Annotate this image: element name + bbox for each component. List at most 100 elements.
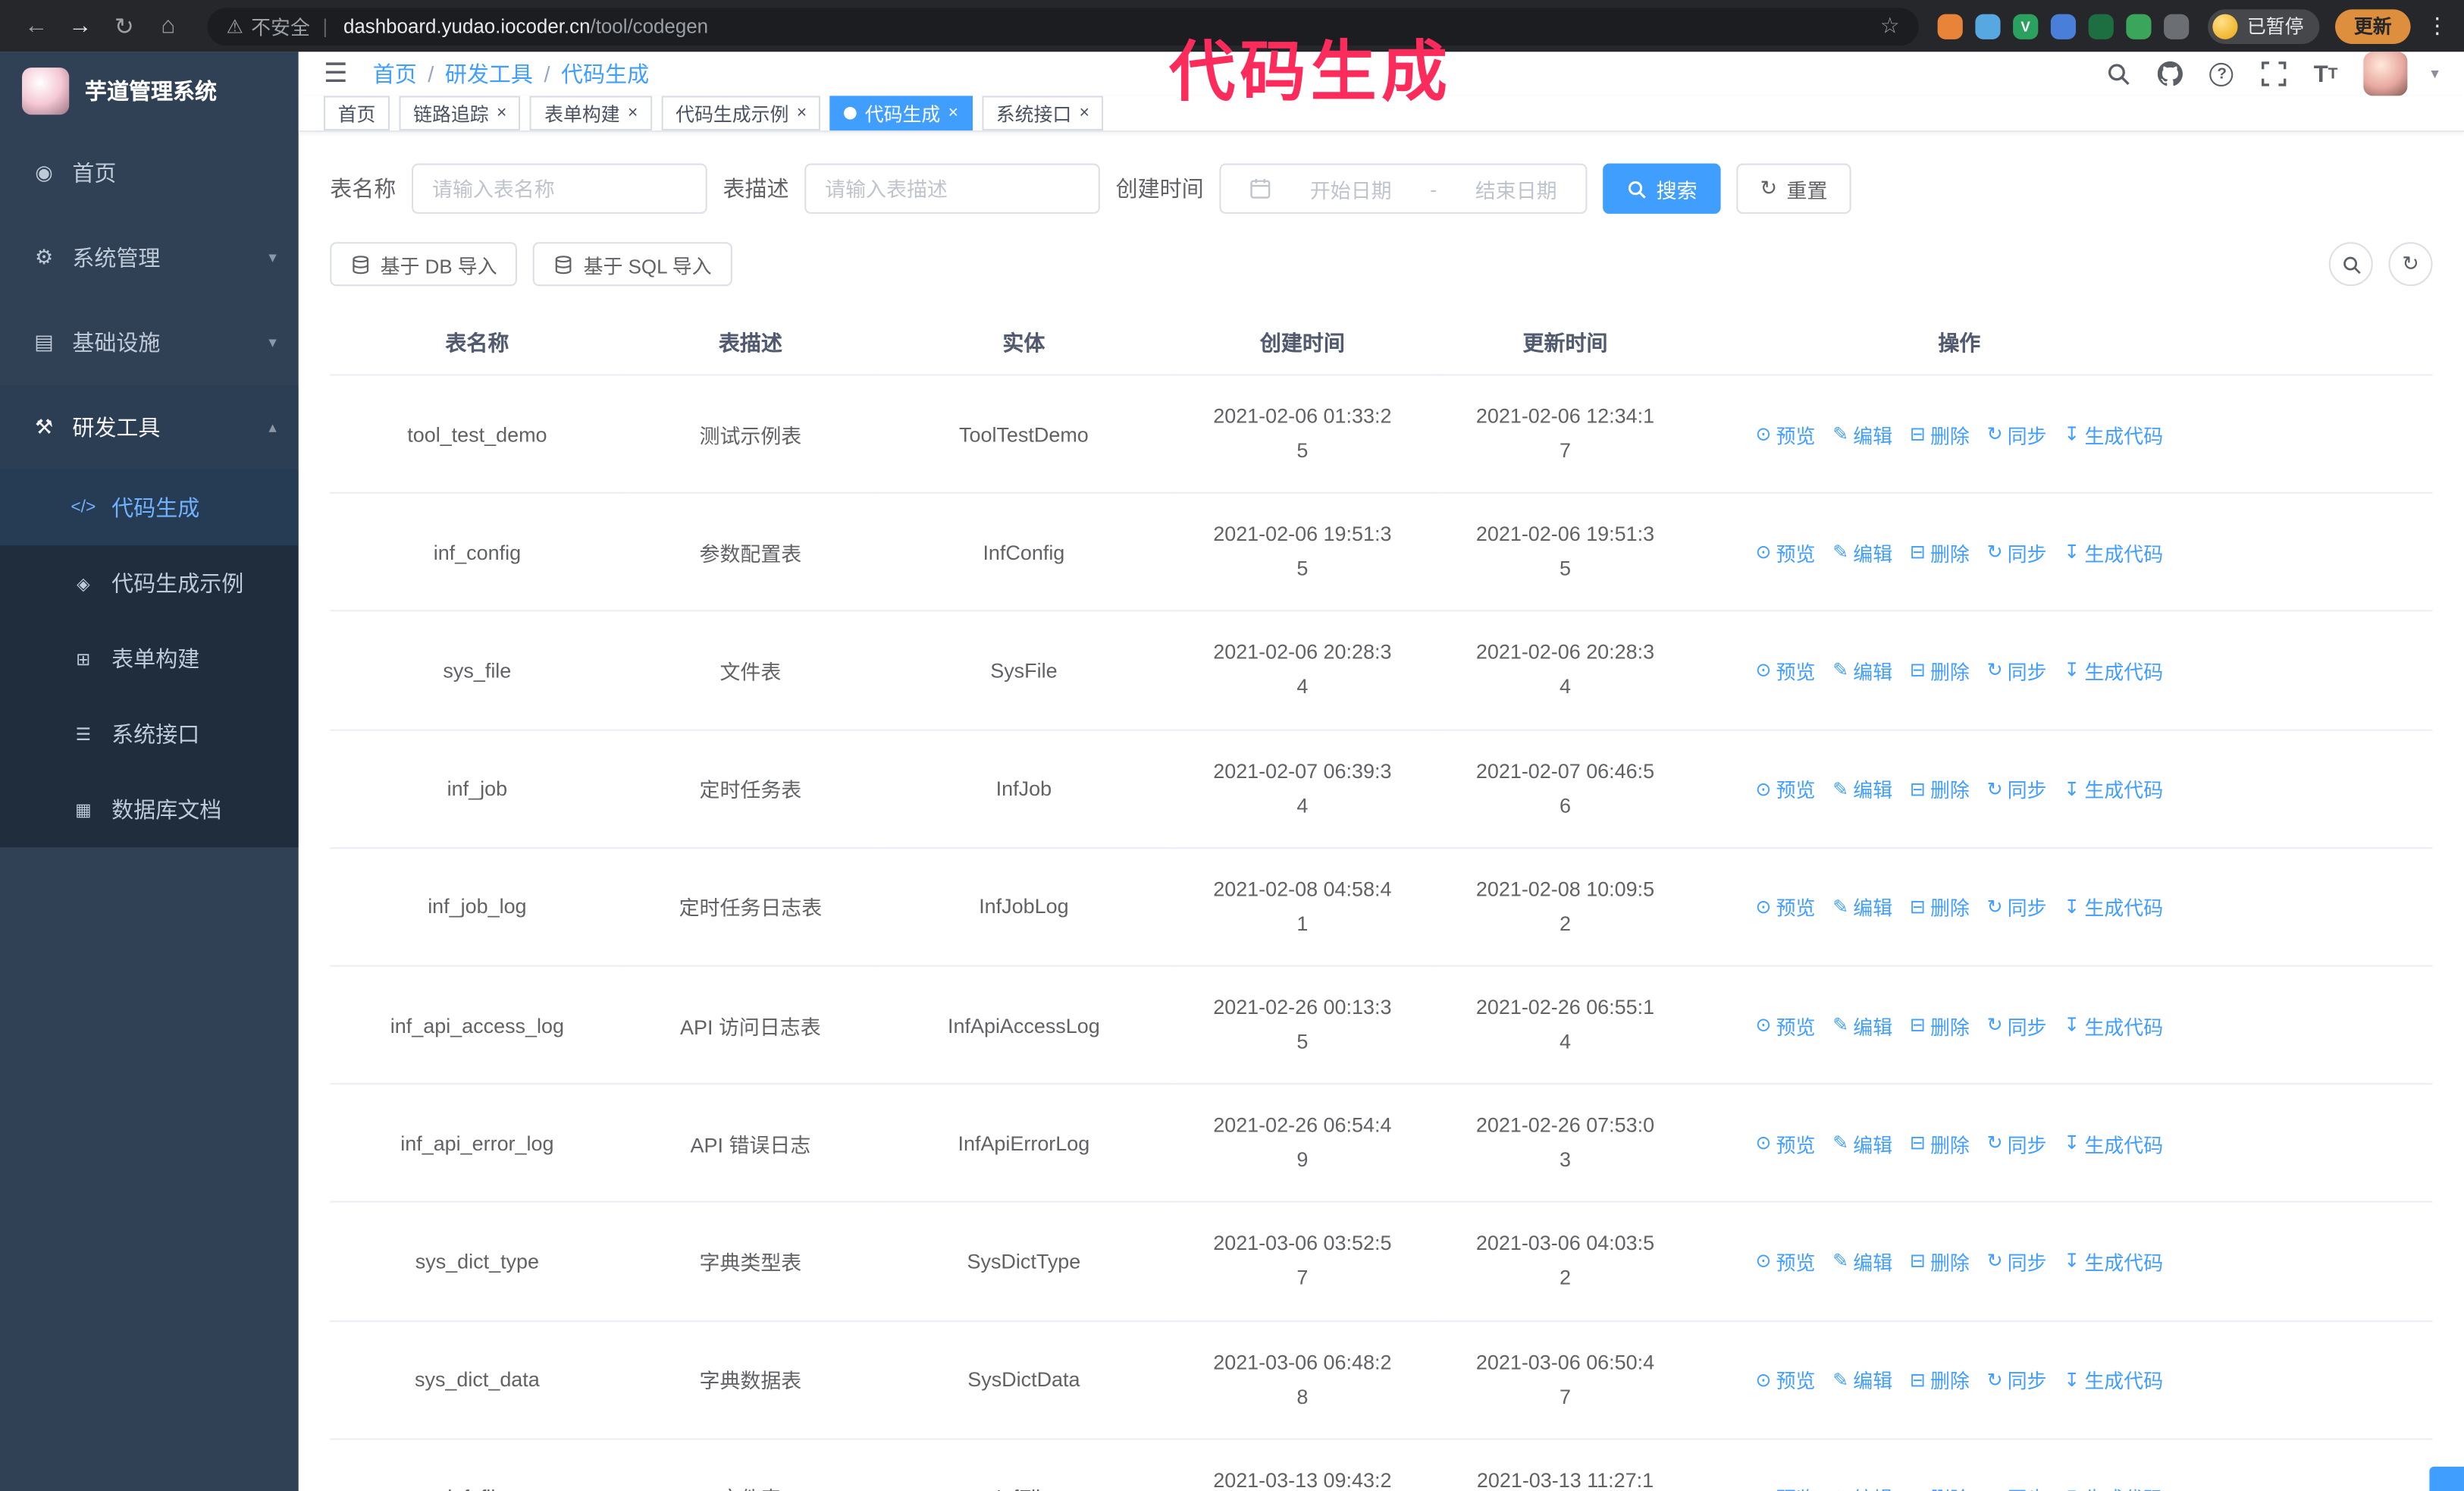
row-action-delete[interactable]: ⊟删除 [1910, 1483, 1970, 1491]
sidebar-subitem-system-api[interactable]: ☰ 系统接口 [0, 696, 299, 771]
row-action-preview[interactable]: ⊙预览 [1755, 1010, 1815, 1040]
row-action-delete[interactable]: ⊟删除 [1910, 655, 1970, 685]
browser-reload-icon[interactable]: ↻ [104, 12, 145, 40]
sidebar-subitem-codegen[interactable]: </> 代码生成 [0, 469, 299, 546]
row-action-preview[interactable]: ⊙预览 [1755, 1364, 1815, 1394]
import-sql-button[interactable]: 基于 SQL 导入 [533, 242, 732, 287]
refresh-table-button[interactable]: ↻ [2388, 242, 2433, 287]
row-action-preview[interactable]: ⊙预览 [1755, 1246, 1815, 1276]
row-action-preview[interactable]: ⊙预览 [1755, 537, 1815, 567]
extension-puzzle-icon[interactable] [2164, 13, 2190, 39]
user-avatar[interactable] [2363, 52, 2408, 96]
row-action-sync[interactable]: ↻同步 [1987, 655, 2047, 685]
font-size-icon[interactable]: TT [2312, 60, 2340, 88]
close-icon[interactable]: × [497, 104, 506, 122]
row-action-delete[interactable]: ⊟删除 [1910, 774, 1970, 803]
tab-form-builder[interactable]: 表单构建 × [530, 96, 653, 131]
sidebar-subitem-db-doc[interactable]: ▦ 数据库文档 [0, 772, 299, 847]
row-action-sync[interactable]: ↻同步 [1987, 774, 2047, 803]
extension-leaf-icon[interactable] [2126, 13, 2152, 39]
row-action-delete[interactable]: ⊟删除 [1910, 537, 1970, 567]
table-name-input[interactable] [412, 163, 707, 214]
row-action-delete[interactable]: ⊟删除 [1910, 419, 1970, 449]
close-icon[interactable]: × [628, 104, 638, 122]
row-action-edit[interactable]: ✎编辑 [1832, 1483, 1892, 1491]
extension-lightblue-icon[interactable] [1975, 13, 2001, 39]
row-action-sync[interactable]: ↻同步 [1987, 537, 2047, 567]
row-action-delete[interactable]: ⊟删除 [1910, 1246, 1970, 1276]
tab-system-api[interactable]: 系统接口 × [982, 96, 1104, 131]
extension-dark-green-icon[interactable] [2088, 13, 2114, 39]
sidebar-item-infra[interactable]: ▤ 基础设施 ▾ [0, 300, 299, 385]
close-icon[interactable]: × [1080, 104, 1089, 122]
bookmark-star-icon[interactable]: ☆ [1880, 13, 1900, 39]
tab-codegen[interactable]: 代码生成 × [830, 96, 973, 131]
row-action-sync[interactable]: ↻同步 [1987, 1364, 2047, 1394]
row-action-preview[interactable]: ⊙预览 [1755, 892, 1815, 921]
row-action-generate[interactable]: ↧生成代码 [2064, 1246, 2163, 1276]
row-action-generate[interactable]: ↧生成代码 [2064, 1483, 2163, 1491]
row-action-edit[interactable]: ✎编辑 [1832, 537, 1892, 567]
row-action-delete[interactable]: ⊟删除 [1910, 892, 1970, 921]
extension-blue-grid-icon[interactable] [2050, 13, 2076, 39]
browser-home-icon[interactable]: ⌂ [148, 13, 189, 39]
row-action-sync[interactable]: ↻同步 [1987, 1246, 2047, 1276]
row-action-preview[interactable]: ⊙预览 [1755, 1483, 1815, 1491]
reset-button[interactable]: ↻ 重置 [1736, 163, 1851, 214]
browser-menu-icon[interactable]: ⋮ [2426, 13, 2448, 39]
sidebar-item-devtools[interactable]: ⚒ 研发工具 ▴ [0, 385, 299, 470]
row-action-sync[interactable]: ↻同步 [1987, 892, 2047, 921]
profile-chip[interactable]: 已暂停 [2208, 8, 2320, 43]
hide-search-button[interactable] [2328, 242, 2373, 287]
row-action-generate[interactable]: ↧生成代码 [2064, 537, 2163, 567]
row-action-sync[interactable]: ↻同步 [1987, 1010, 2047, 1040]
search-icon[interactable] [2104, 60, 2132, 88]
table-desc-input[interactable] [804, 163, 1100, 214]
github-icon[interactable] [2156, 60, 2184, 88]
row-action-generate[interactable]: ↧生成代码 [2064, 774, 2163, 803]
row-action-edit[interactable]: ✎编辑 [1832, 655, 1892, 685]
sidebar-item-home[interactable]: ◉ 首页 [0, 130, 299, 215]
address-bar[interactable]: ⚠ 不安全 | dashboard.yudao.iocoder.cn /tool… [207, 7, 1919, 46]
sidebar-subitem-codegen-example[interactable]: ◈ 代码生成示例 [0, 545, 299, 620]
breadcrumb-home[interactable]: 首页 [373, 58, 417, 89]
row-action-generate[interactable]: ↧生成代码 [2064, 892, 2163, 921]
extension-orange-icon[interactable] [1937, 13, 1963, 39]
close-icon[interactable]: × [948, 104, 958, 122]
app-logo[interactable]: 芋道管理系统 [0, 52, 299, 130]
row-action-edit[interactable]: ✎编辑 [1832, 1364, 1892, 1394]
row-action-preview[interactable]: ⊙预览 [1755, 655, 1815, 685]
row-action-delete[interactable]: ⊟删除 [1910, 1128, 1970, 1158]
tab-home[interactable]: 首页 [323, 96, 390, 131]
row-action-generate[interactable]: ↧生成代码 [2064, 1128, 2163, 1158]
row-action-sync[interactable]: ↻同步 [1987, 1128, 2047, 1158]
search-button[interactable]: 搜索 [1603, 163, 1721, 214]
row-action-edit[interactable]: ✎编辑 [1832, 1010, 1892, 1040]
row-action-generate[interactable]: ↧生成代码 [2064, 655, 2163, 685]
row-action-delete[interactable]: ⊟删除 [1910, 1364, 1970, 1394]
import-db-button[interactable]: 基于 DB 导入 [330, 242, 518, 287]
row-action-edit[interactable]: ✎编辑 [1832, 1128, 1892, 1158]
row-action-preview[interactable]: ⊙预览 [1755, 774, 1815, 803]
tab-trace[interactable]: 链路追踪 × [399, 96, 522, 131]
security-label[interactable]: 不安全 [251, 11, 310, 41]
browser-update-button[interactable]: 更新 [2334, 8, 2411, 43]
row-action-delete[interactable]: ⊟删除 [1910, 1010, 1970, 1040]
extension-green-check-icon[interactable]: V [2013, 13, 2039, 39]
row-action-preview[interactable]: ⊙预览 [1755, 419, 1815, 449]
row-action-sync[interactable]: ↻同步 [1987, 1483, 2047, 1491]
row-action-generate[interactable]: ↧生成代码 [2064, 419, 2163, 449]
help-icon[interactable]: ? [2208, 60, 2236, 88]
hamburger-icon[interactable]: ☰ [324, 58, 348, 89]
browser-forward-icon[interactable]: → [60, 13, 101, 39]
date-range-picker[interactable]: 开始日期 - 结束日期 [1219, 163, 1588, 214]
row-action-sync[interactable]: ↻同步 [1987, 419, 2047, 449]
close-icon[interactable]: × [797, 104, 807, 122]
row-action-preview[interactable]: ⊙预览 [1755, 1128, 1815, 1158]
avatar-caret-icon[interactable]: ▾ [2431, 65, 2438, 83]
row-action-generate[interactable]: ↧生成代码 [2064, 1010, 2163, 1040]
row-action-edit[interactable]: ✎编辑 [1832, 892, 1892, 921]
row-action-edit[interactable]: ✎编辑 [1832, 419, 1892, 449]
breadcrumb-devtools[interactable]: 研发工具 [445, 58, 533, 89]
row-action-generate[interactable]: ↧生成代码 [2064, 1364, 2163, 1394]
